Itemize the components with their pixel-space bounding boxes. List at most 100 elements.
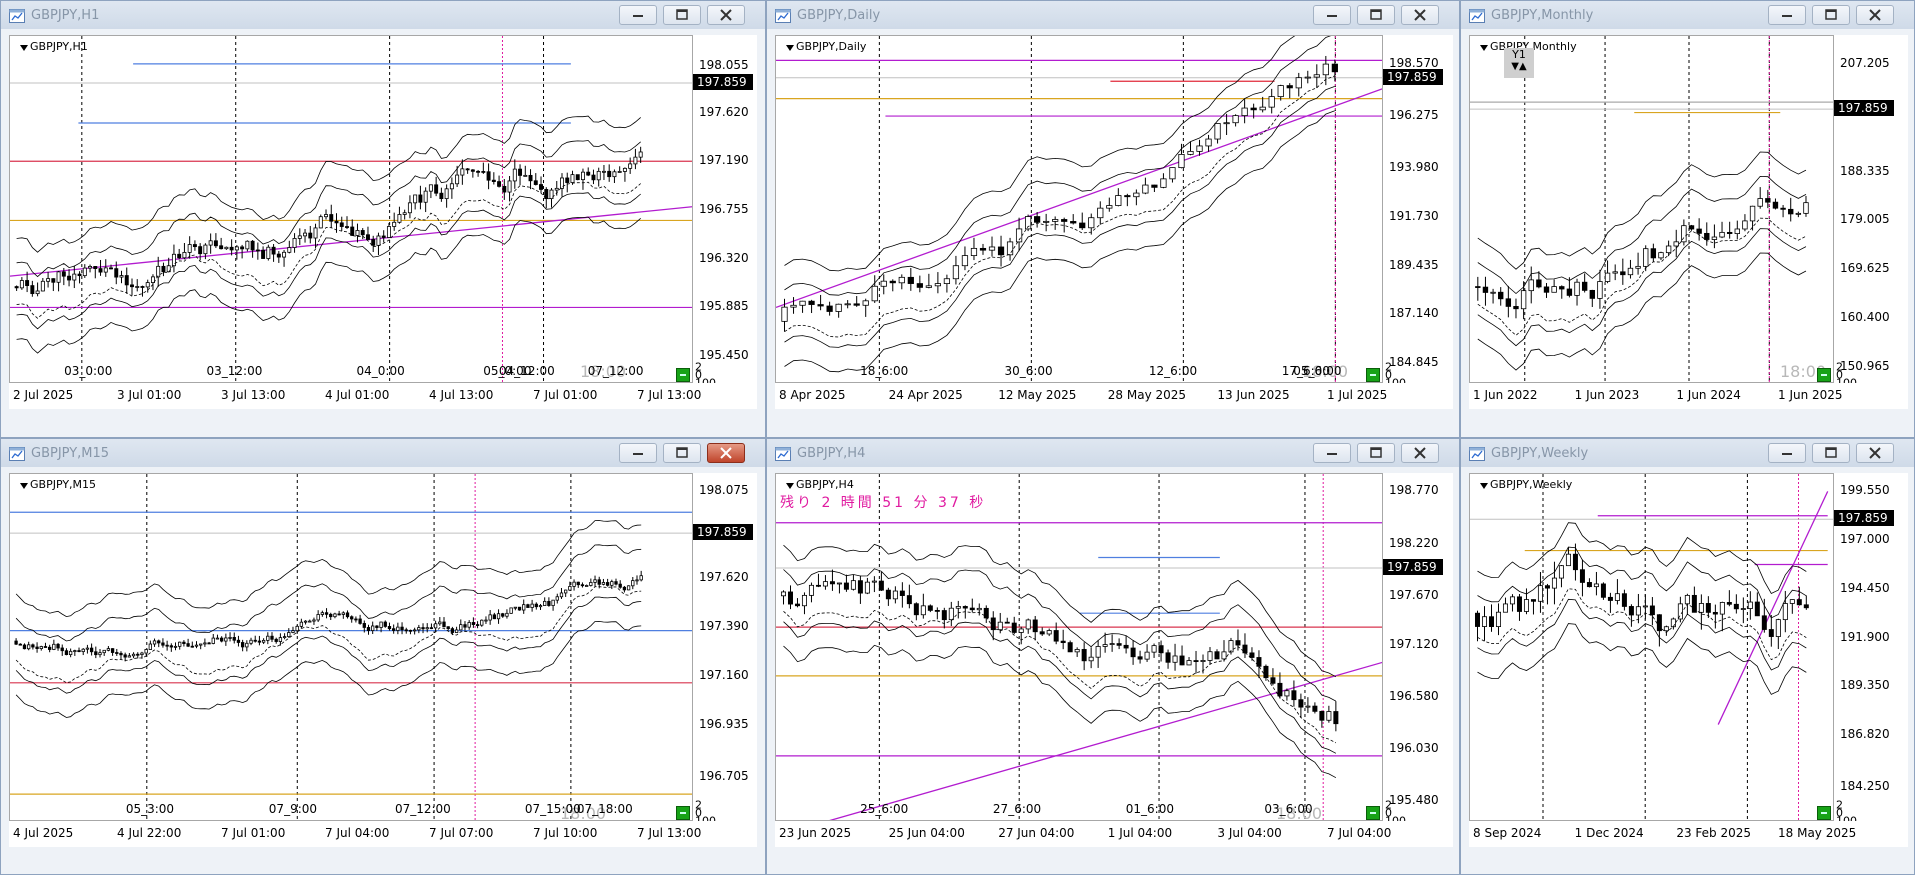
- status-indicator-icon[interactable]: [676, 806, 690, 820]
- candle-body: [1621, 593, 1627, 607]
- maximize-button[interactable]: [1357, 443, 1395, 463]
- maximize-button[interactable]: [1812, 5, 1850, 25]
- price-label: 196.580: [1389, 688, 1439, 703]
- chart-window-icon: [9, 8, 25, 23]
- minimize-button[interactable]: [619, 5, 657, 25]
- chart-plot-area[interactable]: GBPJPY,H1 18:00 03_0:00 03_12:00 04_0:00 04_1…: [9, 35, 693, 383]
- close-button[interactable]: [1401, 5, 1439, 25]
- date-label: 1 Jul 2025: [1327, 388, 1388, 402]
- time-scale[interactable]: 8 Apr 2025 24 Apr 2025 12 May 2025 28 May 2…: [775, 383, 1453, 409]
- minimize-button[interactable]: [1768, 5, 1806, 25]
- time-scale[interactable]: 23 Jun 2025 25 Jun 04:00 27 Jun 04:00 1 Jul…: [775, 821, 1453, 847]
- minimize-button[interactable]: [1313, 5, 1351, 25]
- candle-body: [224, 637, 228, 642]
- candle-body: [276, 253, 281, 258]
- price-label: 196.320: [699, 250, 749, 265]
- price-scale[interactable]: 198.075 197.620 197.390 197.160 196.935 196.7…: [693, 473, 757, 828]
- title-bar[interactable]: GBPJPY,H4: [767, 439, 1459, 467]
- candle-body: [465, 168, 470, 171]
- candle-body: [1179, 655, 1185, 666]
- price-scale[interactable]: 198.570 196.275 193.980 191.730 189.435 187.1…: [1383, 35, 1453, 390]
- candle-body: [1200, 660, 1206, 662]
- candle-body: [459, 624, 463, 631]
- minimize-button[interactable]: [1313, 443, 1351, 463]
- price-scale[interactable]: 199.550 197.000 194.450 191.900 189.350 186.8…: [1834, 473, 1908, 828]
- price-scale[interactable]: 207.205 197.859 188.335 179.005 169.625 160.4…: [1834, 35, 1908, 390]
- maximize-button[interactable]: [1357, 5, 1395, 25]
- maximize-button[interactable]: [1812, 443, 1850, 463]
- candle-body: [1509, 596, 1515, 605]
- candle-body: [365, 234, 370, 240]
- candle-body: [1705, 603, 1711, 613]
- dropdown-icon: [20, 45, 28, 51]
- chart-window-weekly[interactable]: GBPJPY,Weekly GBPJPY,Weekly 199.550 197.000…: [1460, 438, 1915, 875]
- date-label: 18 May 2025: [1778, 826, 1857, 840]
- candle-body: [794, 603, 800, 607]
- status-indicator-icon[interactable]: [1366, 806, 1380, 820]
- chart-window-monthly[interactable]: GBPJPY,Monthly GBPJPY,Monthly Y1 ▼▲ 18:00 207…: [1460, 0, 1915, 438]
- candle-body: [533, 180, 538, 185]
- candle-body: [1151, 184, 1158, 188]
- candle-body: [997, 246, 1005, 256]
- candle-body: [245, 240, 250, 250]
- maximize-button[interactable]: [663, 443, 701, 463]
- candle-body: [1642, 605, 1648, 608]
- status-indicator-icon[interactable]: [1817, 368, 1831, 382]
- time-scale[interactable]: 4 Jul 2025 4 Jul 22:00 7 Jul 01:00 7 Jul 04…: [9, 821, 757, 847]
- time-scale[interactable]: 1 Jun 2022 1 Jun 2023 1 Jun 2024 1 Jun 2025: [1469, 383, 1908, 409]
- title-bar[interactable]: GBPJPY,M15: [1, 439, 765, 467]
- candle-body: [312, 619, 316, 622]
- chart-plot-area[interactable]: GBPJPY,Daily 18:00 18_6:00 30_6:00 12_6:00 05…: [775, 35, 1383, 383]
- title-bar[interactable]: GBPJPY,Daily: [767, 1, 1459, 29]
- chart-plot-area[interactable]: GBPJPY,Monthly Y1 ▼▲ 18:00: [1469, 35, 1834, 383]
- minimize-button[interactable]: [619, 443, 657, 463]
- minimize-button[interactable]: [1768, 443, 1806, 463]
- time-scale[interactable]: 2 Jul 2025 3 Jul 01:00 3 Jul 13:00 4 Jul 01…: [9, 383, 757, 409]
- close-button[interactable]: [1856, 443, 1894, 463]
- candle-body: [892, 590, 898, 600]
- candle-body: [257, 640, 262, 643]
- band-line: [784, 86, 1335, 348]
- candle-body: [60, 647, 64, 652]
- time-scale[interactable]: 8 Sep 2024 1 Dec 2024 23 Feb 2025 18 May 20…: [1469, 821, 1908, 847]
- status-indicator-icon[interactable]: [1366, 368, 1380, 382]
- price-scale[interactable]: 198.055 197.620 197.190 196.755 196.320 195.8…: [693, 35, 757, 390]
- candle-body: [607, 170, 612, 178]
- status-indicator-icon[interactable]: [676, 368, 690, 382]
- trend-line: [776, 88, 1382, 309]
- candle-body: [299, 621, 304, 627]
- chart-window-daily[interactable]: GBPJPY,Daily GBPJPY,Daily 18:00 18_6:00 30_6…: [766, 0, 1460, 438]
- candle-body: [1604, 272, 1611, 282]
- chart-window-h1[interactable]: GBPJPY,H1 GBPJPY,H1 18:00 03_0:00 03_12:00 04…: [0, 0, 766, 438]
- chart-plot-area[interactable]: GBPJPY,M15 18:00 05_3:00 07_9:00 07_12:00 07_…: [9, 473, 693, 821]
- period-badge[interactable]: Y1 ▼▲: [1504, 48, 1534, 78]
- date-label: 25 Jun 04:00: [888, 826, 965, 840]
- price-label: 189.435: [1389, 257, 1439, 272]
- candle-body: [123, 654, 127, 658]
- close-button[interactable]: [1401, 443, 1439, 463]
- candle-body: [446, 626, 450, 630]
- candle-body: [18, 643, 22, 646]
- candle-body: [596, 170, 601, 181]
- candle-body: [961, 255, 969, 267]
- title-bar[interactable]: GBPJPY,H1: [1, 1, 765, 29]
- candle-body: [1782, 603, 1788, 621]
- candle-body: [68, 650, 73, 656]
- close-button[interactable]: [707, 443, 745, 463]
- chart-window-m15[interactable]: GBPJPY,M15 GBPJPY,M15 18:00 05_3:00 07_9:00 0…: [0, 438, 766, 875]
- status-indicator-icon[interactable]: [1817, 806, 1831, 820]
- title-bar[interactable]: GBPJPY,Weekly: [1461, 439, 1914, 467]
- candle-body: [278, 637, 283, 642]
- candle-body: [161, 265, 166, 273]
- candle-body: [575, 174, 580, 181]
- chart-plot-area[interactable]: GBPJPY,Weekly: [1469, 473, 1834, 821]
- candle-body: [413, 194, 418, 204]
- close-button[interactable]: [1856, 5, 1894, 25]
- chart-plot-area[interactable]: GBPJPY,H4 残り 2 時間 51 分 37 秒 18:00 25_6:00 27…: [775, 473, 1383, 821]
- chart-window-h4[interactable]: GBPJPY,H4 GBPJPY,H4 残り 2 時間 51 分 37 秒 18:00…: [766, 438, 1460, 875]
- close-button[interactable]: [707, 5, 745, 25]
- intraday-label: 01_6:00: [1125, 802, 1174, 816]
- title-bar[interactable]: GBPJPY,Monthly: [1461, 1, 1914, 29]
- price-scale[interactable]: 198.770 198.220 197.670 197.120 196.580 196.0…: [1383, 473, 1453, 828]
- maximize-button[interactable]: [663, 5, 701, 25]
